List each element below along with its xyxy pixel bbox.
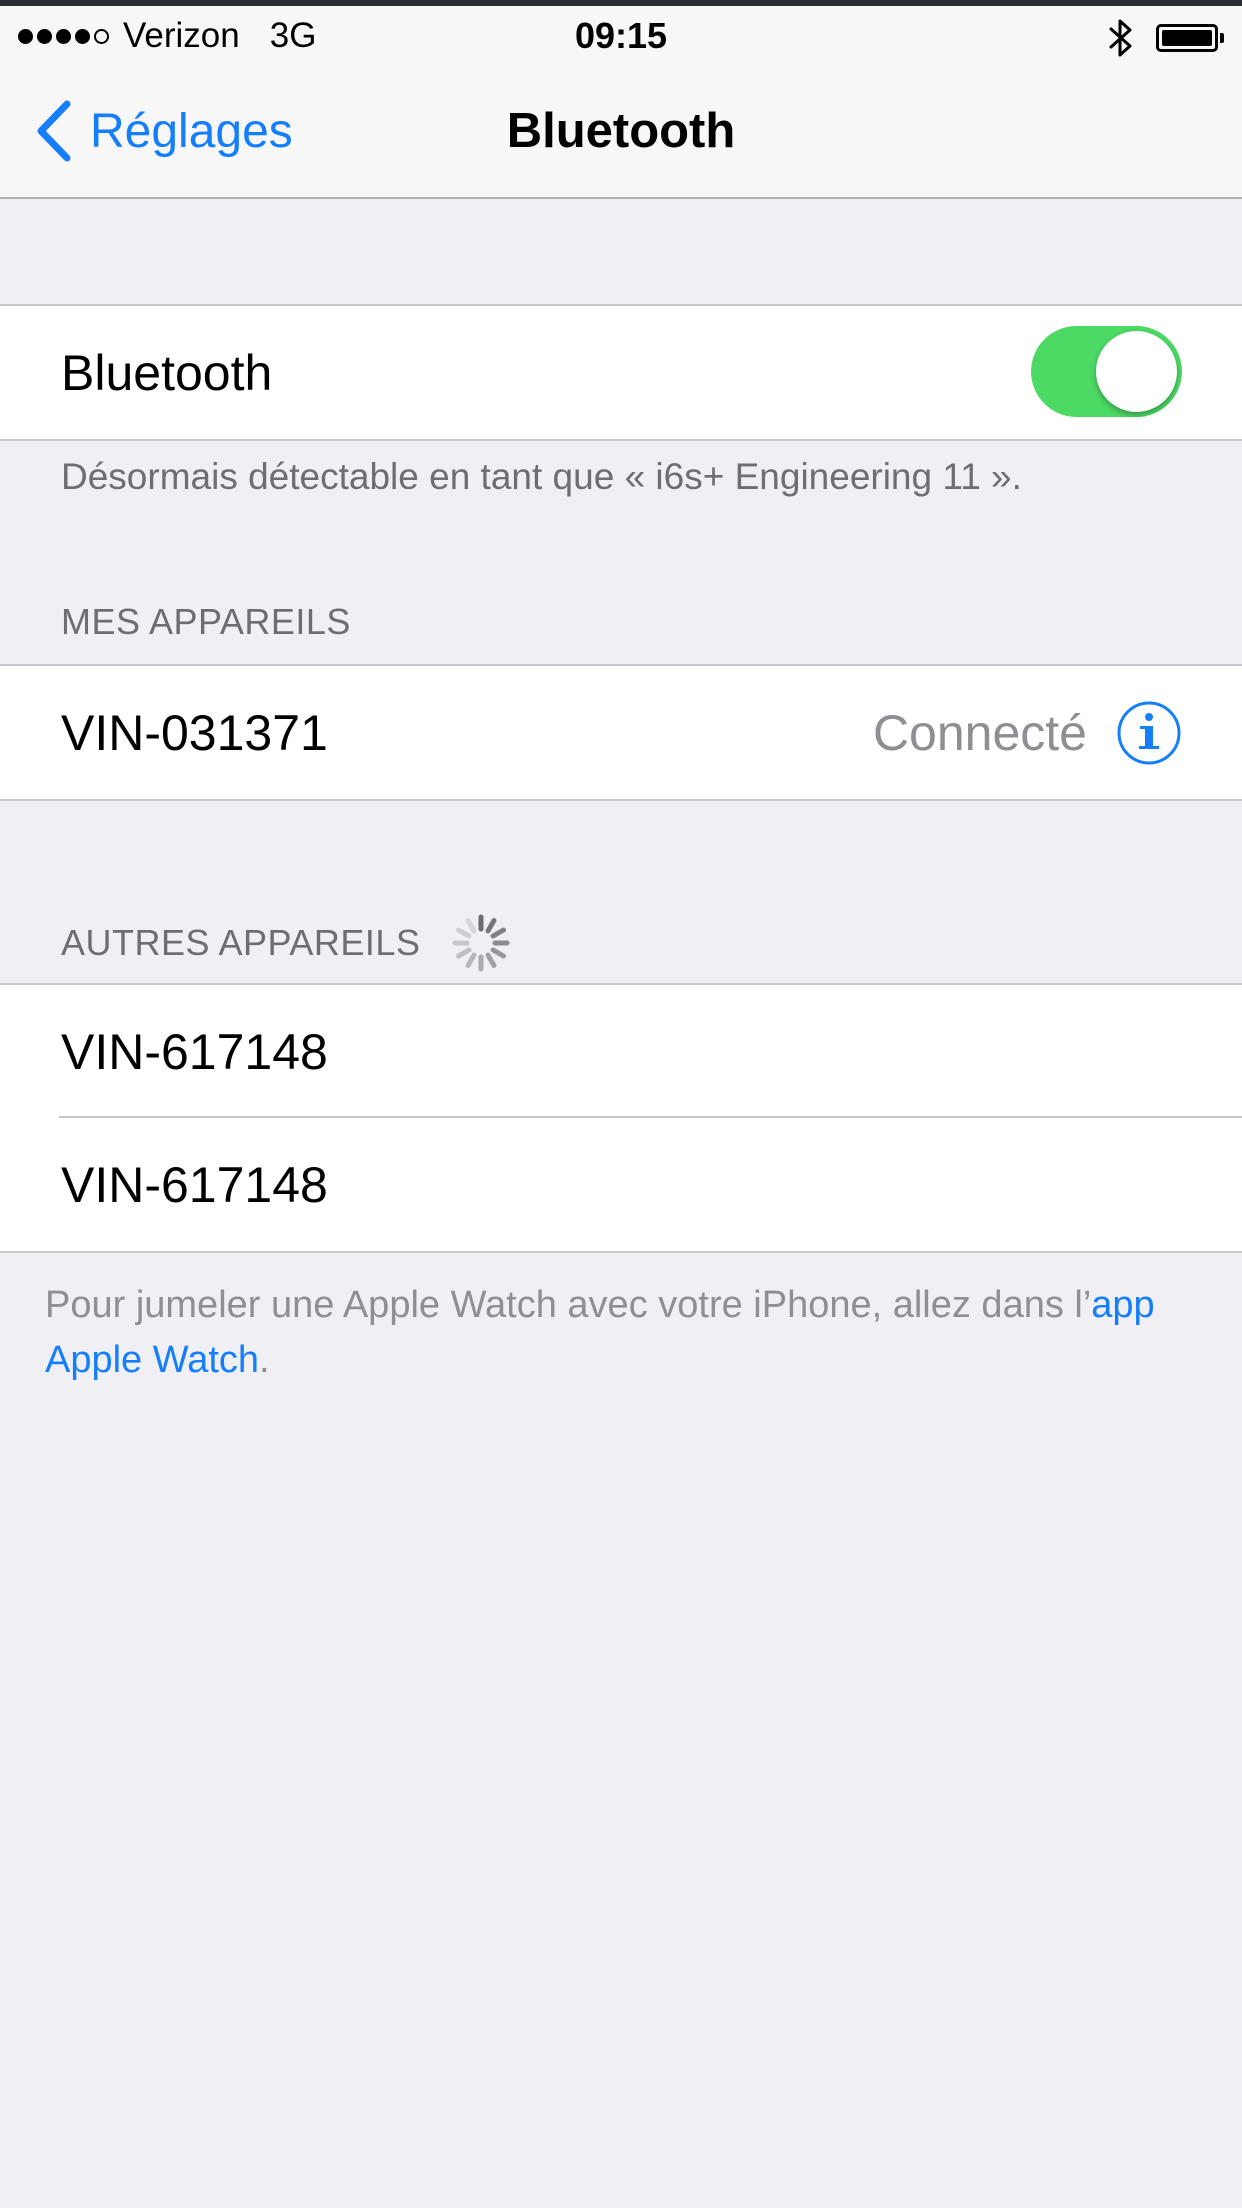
loading-spinner-icon — [452, 914, 510, 972]
apple-watch-note-text: Pour jumeler une Apple Watch avec votre … — [45, 1284, 1092, 1326]
other-devices-header: AUTRES APPAREILS — [61, 910, 512, 976]
bluetooth-toggle[interactable] — [1031, 326, 1182, 417]
bluetooth-cell: Bluetooth — [0, 306, 1242, 439]
my-devices-group: VIN-031371 Connecté — [0, 664, 1242, 801]
page-title: Bluetooth — [506, 104, 736, 158]
status-right — [1108, 18, 1224, 58]
device-row[interactable]: VIN-617148 — [0, 1118, 1242, 1251]
bluetooth-icon — [1109, 19, 1132, 57]
bluetooth-toggle-group: Bluetooth — [0, 304, 1242, 441]
other-devices-header-label: AUTRES APPAREILS — [61, 922, 421, 963]
info-icon[interactable] — [1116, 700, 1182, 766]
toggle-knob — [1096, 331, 1177, 412]
other-devices-group: VIN-617148 VIN-617148 — [0, 983, 1242, 1253]
navigation-bar: Réglages Bluetooth — [0, 66, 1242, 199]
battery-icon — [1156, 24, 1218, 52]
device-name: VIN-031371 — [61, 704, 328, 761]
status-bar: Verizon 3G 09:15 — [0, 6, 1242, 66]
my-devices-header: MES APPAREILS — [61, 600, 351, 644]
my-devices-header-label: MES APPAREILS — [61, 601, 351, 642]
device-name: VIN-617148 — [61, 1156, 328, 1213]
discoverable-text: Désormais détectable en tant que « i6s+ … — [61, 456, 1022, 497]
battery-nub — [1220, 33, 1224, 43]
device-row[interactable]: VIN-617148 — [0, 985, 1242, 1118]
device-name: VIN-617148 — [61, 1023, 328, 1080]
battery-fill — [1162, 30, 1212, 46]
device-row[interactable]: VIN-031371 Connecté — [0, 666, 1242, 799]
bluetooth-label: Bluetooth — [61, 344, 273, 401]
device-status: Connecté — [872, 704, 1087, 761]
apple-watch-note-suffix: . — [259, 1339, 270, 1381]
apple-watch-note: Pour jumeler une Apple Watch avec votre … — [45, 1278, 1195, 1388]
status-time: 09:15 — [574, 15, 668, 56]
